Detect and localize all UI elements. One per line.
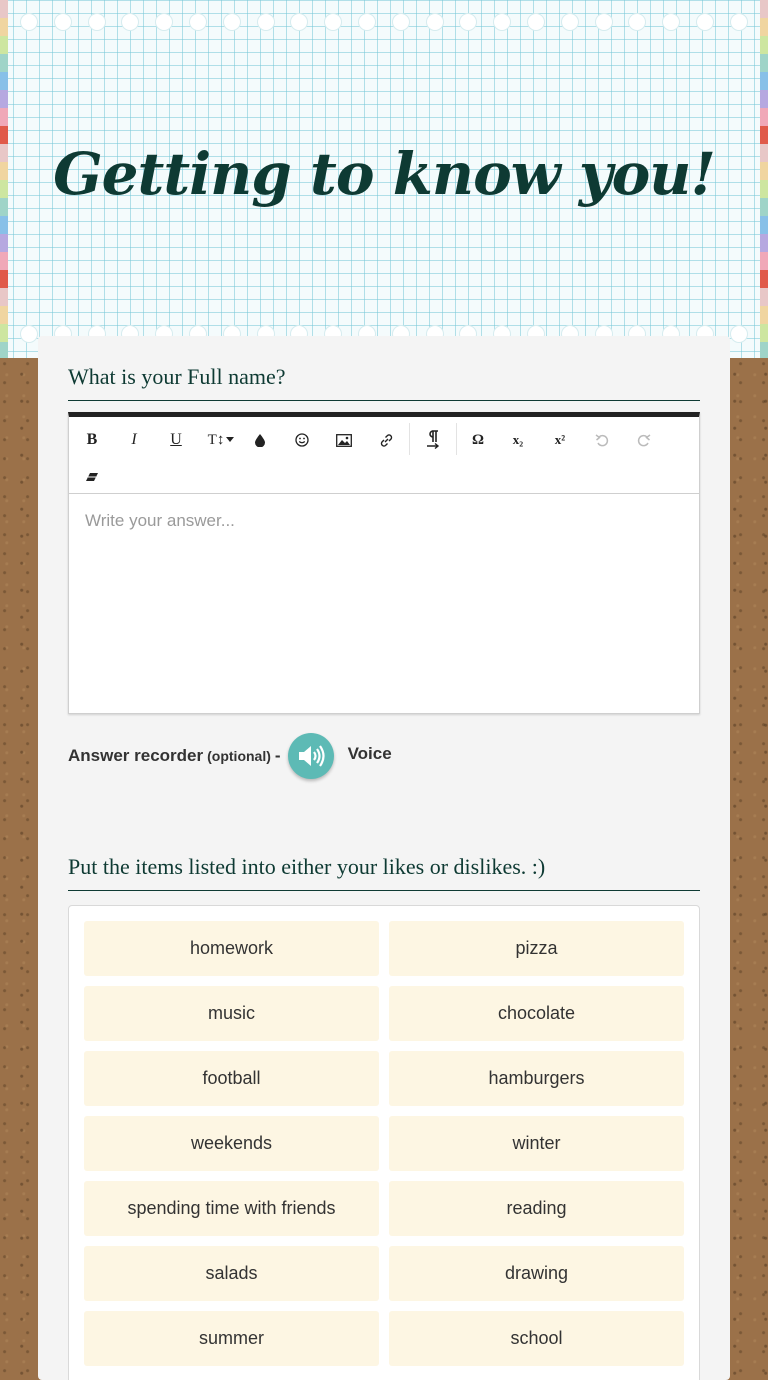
draggable-item[interactable]: chocolate <box>389 986 684 1041</box>
draggable-item[interactable]: salads <box>84 1246 379 1301</box>
worksheet-card: What is your Full name? B I U T↕ Ω x₂ x²… <box>38 336 730 1380</box>
draggable-item[interactable]: football <box>84 1051 379 1106</box>
draggable-item[interactable]: homework <box>84 921 379 976</box>
page-title: Getting to know you! <box>53 140 716 208</box>
text-size-label: T↕ <box>207 431 225 448</box>
draggable-item[interactable]: hamburgers <box>389 1051 684 1106</box>
recorder-label: Answer recorder <box>68 746 204 765</box>
recorder-optional-label: (optional) <box>207 748 271 764</box>
special-characters-button[interactable]: Ω <box>463 425 493 455</box>
eraser-icon <box>86 473 98 481</box>
image-icon <box>336 433 352 447</box>
rich-text-editor: B I U T↕ Ω x₂ x² Write your answer... <box>68 412 700 714</box>
paragraph-direction-icon <box>427 430 440 450</box>
insert-image-button[interactable] <box>329 425 359 455</box>
undo-icon <box>595 434 609 447</box>
recorder-dash: - <box>274 746 281 765</box>
question-2-title: Put the items listed into either your li… <box>68 854 700 891</box>
draggable-item[interactable]: school <box>389 1311 684 1366</box>
redo-icon <box>637 434 651 447</box>
caret-down-icon <box>226 437 235 442</box>
answer-input[interactable]: Write your answer... <box>85 511 235 531</box>
text-size-dropdown[interactable]: T↕ <box>203 425 239 455</box>
draggable-item[interactable]: summer <box>84 1311 379 1366</box>
voice-label: Voice <box>347 744 392 763</box>
page-header: Getting to know you! <box>0 0 768 358</box>
items-grid: homework pizza music chocolate football hambu… <box>84 921 684 1366</box>
redo-button[interactable] <box>629 425 659 455</box>
draggable-item[interactable]: reading <box>389 1181 684 1236</box>
superscript-button[interactable]: x² <box>545 425 575 455</box>
question-1-title: What is your Full name? <box>68 364 700 401</box>
draggable-item[interactable]: drawing <box>389 1246 684 1301</box>
link-icon <box>380 433 392 447</box>
sortable-items-box: homework pizza music chocolate football hambu… <box>68 905 700 1380</box>
italic-button[interactable]: I <box>119 425 149 455</box>
text-direction-button[interactable] <box>418 425 448 455</box>
draggable-item[interactable]: spending time with friends <box>84 1181 379 1236</box>
undo-button[interactable] <box>587 425 617 455</box>
voice-record-button[interactable] <box>287 733 334 779</box>
draggable-item[interactable]: winter <box>389 1116 684 1171</box>
subscript-button[interactable]: x₂ <box>503 425 533 455</box>
answer-recorder: Answer recorder (optional) - Voice <box>68 732 392 780</box>
draggable-item[interactable]: pizza <box>389 921 684 976</box>
draggable-item[interactable]: music <box>84 986 379 1041</box>
clear-formatting-button[interactable] <box>77 462 107 492</box>
bold-button[interactable]: B <box>77 425 107 455</box>
emoji-button[interactable] <box>287 425 317 455</box>
insert-link-button[interactable] <box>371 425 401 455</box>
editor-toolbar: B I U T↕ Ω x₂ x² <box>69 417 699 494</box>
top-binder-holes <box>20 13 748 35</box>
draggable-item[interactable]: weekends <box>84 1116 379 1171</box>
text-color-button[interactable] <box>245 425 275 455</box>
toolbar-separator <box>409 423 410 455</box>
droplet-icon <box>255 434 265 447</box>
smiley-icon <box>295 433 309 447</box>
toolbar-separator <box>456 423 457 455</box>
speaker-icon <box>298 745 325 767</box>
underline-button[interactable]: U <box>161 425 191 455</box>
